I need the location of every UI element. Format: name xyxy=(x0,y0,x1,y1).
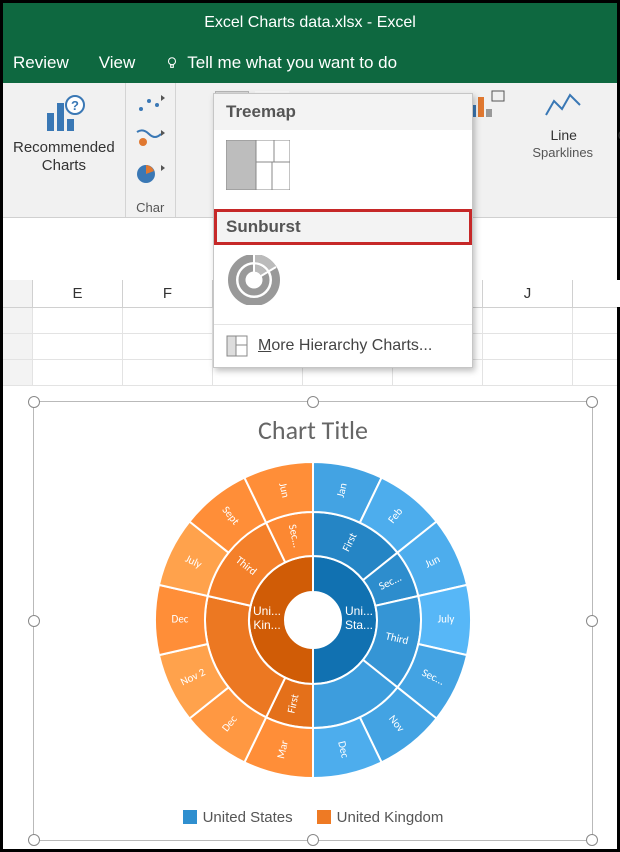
svg-text:Uni...: Uni... xyxy=(253,604,281,618)
resize-handle[interactable] xyxy=(28,396,40,408)
resize-handle[interactable] xyxy=(586,615,598,627)
charts-group-label: Char xyxy=(136,198,164,215)
sunburst-option[interactable] xyxy=(214,245,472,324)
recommended-charts-label: Recommended Charts xyxy=(13,139,115,175)
recommended-charts-button[interactable]: ? Recommended Charts xyxy=(3,83,126,217)
svg-text:Dec: Dec xyxy=(172,613,189,626)
sunburst-chart[interactable]: Uni...Sta...FirstJanFebSec...JunThirdJul… xyxy=(143,450,483,790)
recommended-charts-icon: ? xyxy=(43,93,85,135)
svg-text:Kin...: Kin... xyxy=(253,618,280,632)
scatter-chart-icon[interactable] xyxy=(133,91,167,117)
map-chart-icon[interactable] xyxy=(133,126,167,152)
resize-handle[interactable] xyxy=(307,396,319,408)
svg-text:July: July xyxy=(438,613,455,626)
sparkline-line-button[interactable]: Line xyxy=(534,89,594,143)
col-hdr-e[interactable]: E xyxy=(33,280,123,307)
chart-legend[interactable]: United States United Kingdom xyxy=(34,809,592,826)
line-sparkline-icon xyxy=(544,89,584,121)
dropdown-heading-sunburst: Sunburst xyxy=(214,209,472,245)
svg-text:?: ? xyxy=(71,98,79,113)
resize-handle[interactable] xyxy=(28,615,40,627)
sunburst-icon xyxy=(226,255,290,305)
chart-title[interactable]: Chart Title xyxy=(34,402,592,450)
tell-me[interactable]: Tell me what you want to do xyxy=(165,53,397,73)
col-hdr-k[interactable] xyxy=(573,280,620,307)
col-hdr-j[interactable]: J xyxy=(483,280,573,307)
resize-handle[interactable] xyxy=(586,834,598,846)
resize-handle[interactable] xyxy=(586,396,598,408)
col-hdr-f[interactable]: F xyxy=(123,280,213,307)
tab-view[interactable]: View xyxy=(99,53,136,73)
more-hierarchy-charts[interactable]: More Hierarchy Charts... xyxy=(214,324,472,367)
embedded-chart[interactable]: Chart Title Uni...Sta...FirstJanFebSec..… xyxy=(33,401,593,841)
hierarchy-chart-dropdown: Treemap Sunburst More Hierarchy Charts..… xyxy=(213,93,473,368)
dropdown-heading-treemap: Treemap xyxy=(214,94,472,130)
window-title: Excel Charts data.xlsx - Excel xyxy=(204,14,416,32)
more-hierarchy-label: More Hierarchy Charts... xyxy=(258,337,432,355)
col-hdr-blank[interactable] xyxy=(3,280,33,307)
svg-text:Sta...: Sta... xyxy=(345,618,373,632)
pie-chart-icon[interactable] xyxy=(133,161,167,187)
resize-handle[interactable] xyxy=(307,834,319,846)
legend-item-us[interactable]: United States xyxy=(183,809,293,826)
ribbon-tabs: Review View Tell me what you want to do xyxy=(3,43,617,83)
legend-swatch-uk xyxy=(317,810,331,824)
legend-swatch-us xyxy=(183,810,197,824)
sparkline-column-button[interactable]: Column xyxy=(612,89,620,143)
charts-group: Char xyxy=(126,83,176,217)
sparklines-group-label: Sparklines xyxy=(456,143,620,160)
tab-review[interactable]: Review xyxy=(13,53,69,73)
treemap-option[interactable] xyxy=(214,130,472,209)
svg-text:Uni...: Uni... xyxy=(345,604,373,618)
lightbulb-icon xyxy=(165,56,179,70)
resize-handle[interactable] xyxy=(28,834,40,846)
more-charts-icon xyxy=(226,335,248,357)
legend-item-uk[interactable]: United Kingdom xyxy=(317,809,444,826)
window-titlebar: Excel Charts data.xlsx - Excel xyxy=(3,3,617,43)
treemap-icon xyxy=(226,140,290,190)
